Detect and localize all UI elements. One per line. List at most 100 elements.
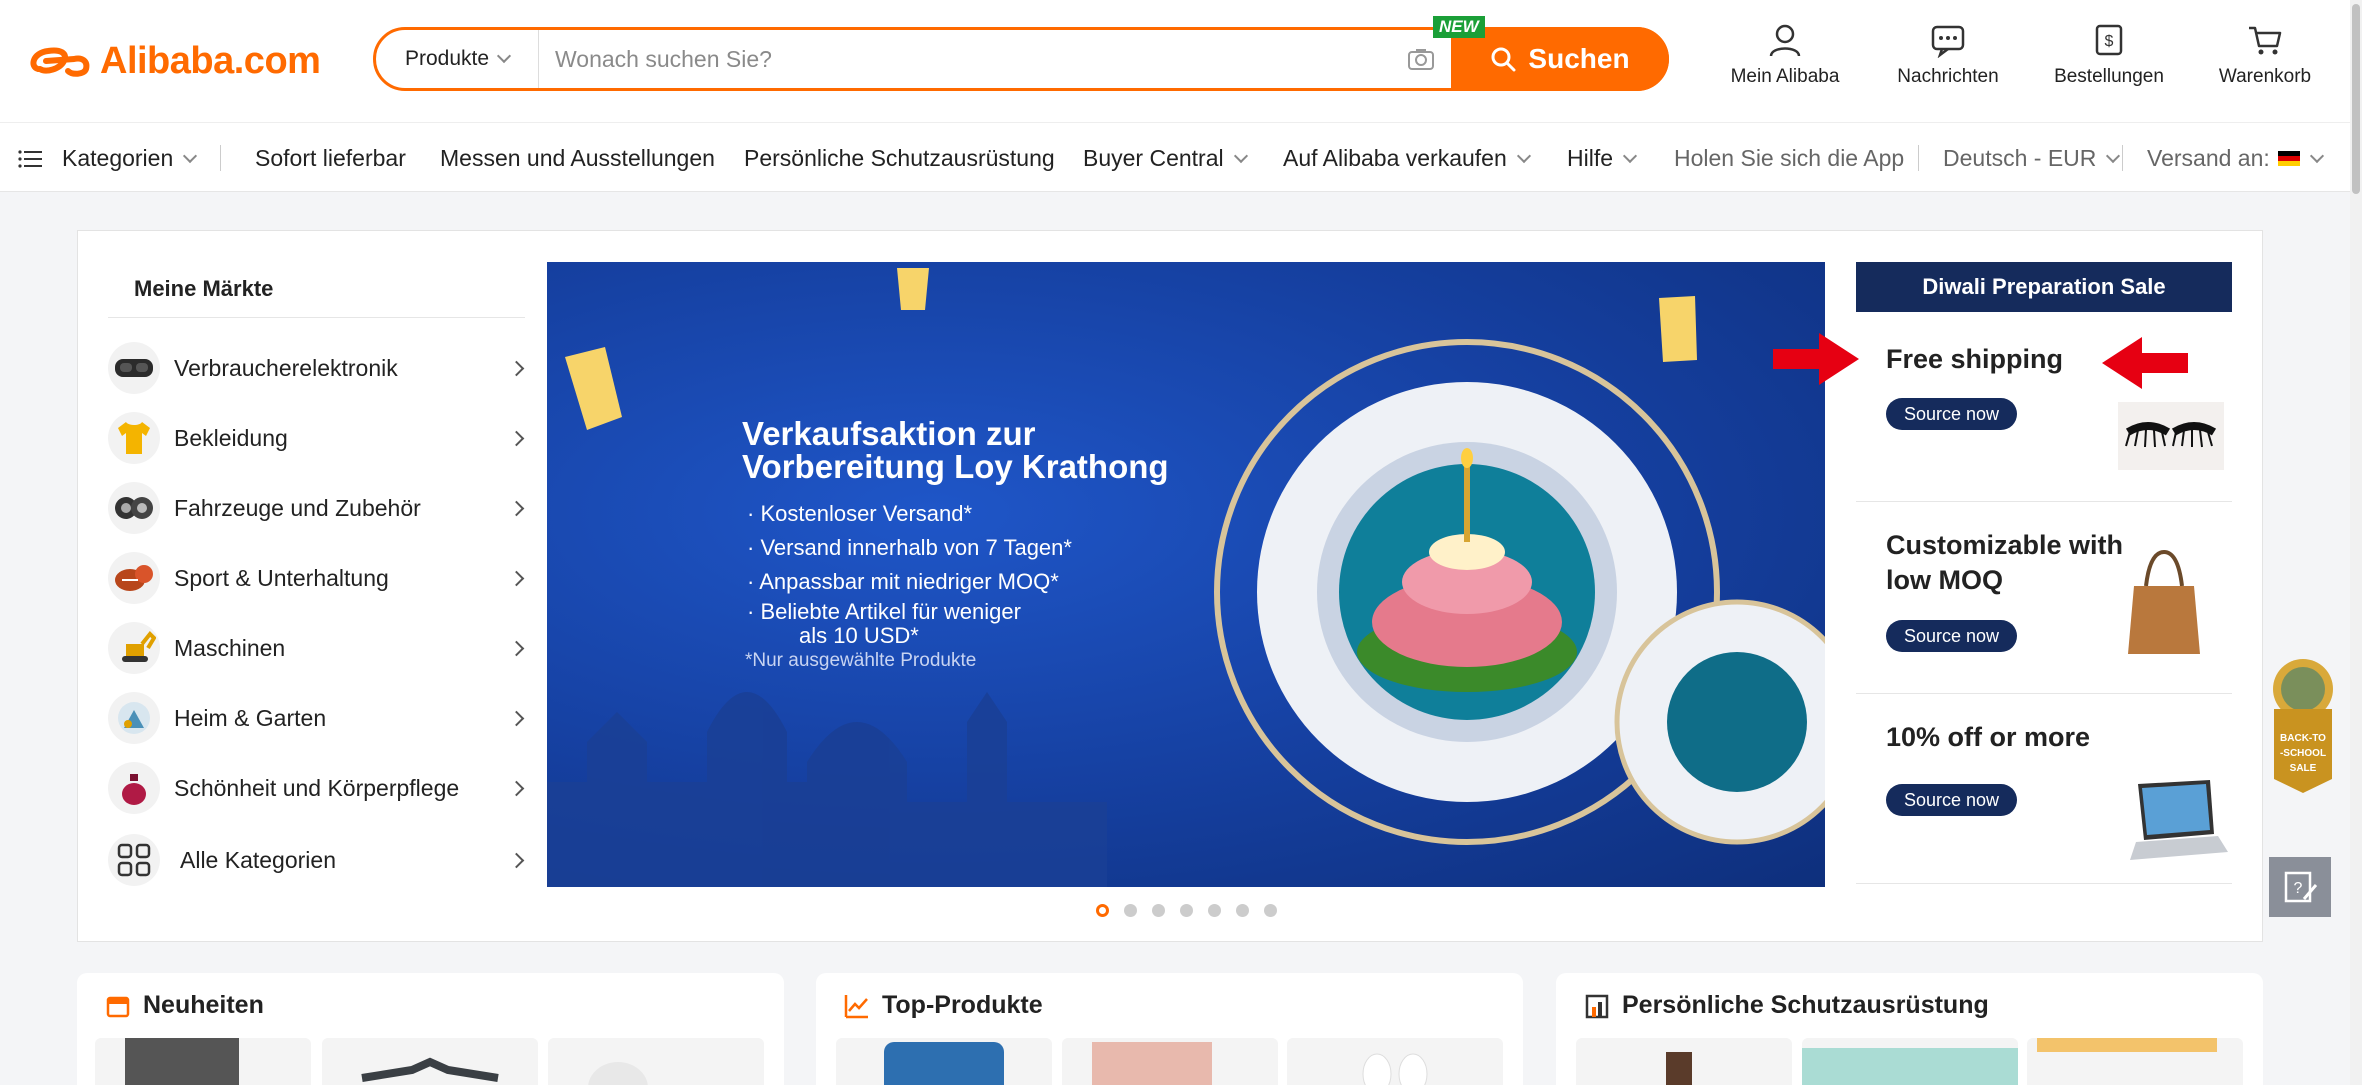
feedback-button[interactable]: ?	[2269, 857, 2331, 917]
nav-item-buyer-central[interactable]: Buyer Central	[1083, 145, 1248, 172]
nav-item-messen[interactable]: Messen und Ausstellungen	[440, 145, 715, 172]
card-new-arrivals[interactable]: Neuheiten	[77, 973, 784, 1085]
carousel-dot[interactable]	[1236, 904, 1249, 917]
site-header: Alibaba.com NEW Produkte Wonach suchen S…	[0, 0, 2362, 122]
banner-title-line1: Verkaufsaktion zur	[742, 415, 1036, 452]
search-placeholder: Wonach suchen Sie?	[555, 45, 772, 72]
banner-bullet-list: · Kostenloser Versand* · Versand innerha…	[747, 497, 1072, 647]
messages-label: Nachrichten	[1897, 66, 1999, 87]
my-alibaba-button[interactable]: Mein Alibaba	[1700, 22, 1870, 88]
card-ppe[interactable]: Persönliche Schutzausrüstung	[1556, 973, 2263, 1085]
nav-item-schutzausruestung[interactable]: Persönliche Schutzausrüstung	[744, 145, 1055, 172]
carousel-dot[interactable]	[1096, 904, 1109, 917]
product-thumbnail[interactable]	[836, 1038, 1052, 1085]
language-currency-select[interactable]: Deutsch - EUR	[1943, 145, 2121, 172]
cart-button[interactable]: Warenkorb	[2180, 22, 2350, 88]
market-item-fahrzeuge[interactable]: Fahrzeuge und Zubehör	[108, 479, 528, 537]
product-thumbnail[interactable]	[1802, 1038, 2018, 1085]
product-thumbnail[interactable]	[548, 1038, 764, 1085]
banner-title: Verkaufsaktion zur Vorbereitung Loy Krat…	[742, 417, 1169, 483]
arrow-left-icon	[2102, 337, 2188, 389]
svg-text:?: ?	[2294, 880, 2303, 897]
list-icon	[18, 149, 42, 168]
market-item-maschinen[interactable]: Maschinen	[108, 619, 528, 677]
promo-title: Free shipping	[1886, 344, 2064, 374]
nav-item-app[interactable]: Holen Sie sich die App	[1674, 145, 1904, 172]
banner-bullet: · Versand innerhalb von 7 Tagen*	[747, 535, 1072, 560]
camera-search-icon[interactable]	[1391, 30, 1451, 88]
product-thumbnail[interactable]	[1062, 1038, 1278, 1085]
alibaba-logo-icon	[30, 47, 90, 77]
market-item-alle-kategorien[interactable]: Alle Kategorien	[108, 831, 528, 889]
chevron-down-icon	[1516, 148, 1531, 163]
chevron-right-icon	[508, 640, 525, 656]
chevron-right-icon	[508, 430, 525, 446]
source-now-button[interactable]: Source now	[1886, 398, 2018, 430]
scrollbar-thumb[interactable]	[2352, 4, 2360, 194]
carousel-dots	[1096, 904, 1277, 917]
market-item-bekleidung[interactable]: Bekleidung	[108, 409, 528, 467]
my-alibaba-label: Mein Alibaba	[1730, 66, 1840, 87]
product-thumbnail[interactable]	[1287, 1038, 1503, 1085]
promo-item-discount[interactable]: 10% off or more Source now	[1856, 694, 2232, 884]
chevron-right-icon	[508, 710, 525, 726]
promo-item-customizable[interactable]: Customizable with low MOQ Source now	[1856, 502, 2232, 694]
market-item-sport[interactable]: Sport & Unterhaltung	[108, 549, 528, 607]
market-label: Sport & Unterhaltung	[174, 564, 389, 591]
vr-headset-icon	[108, 342, 160, 394]
chevron-right-icon	[508, 500, 525, 516]
category-navbar: Kategorien Sofort lieferbar Messen und A…	[0, 122, 2362, 192]
language-label: Deutsch - EUR	[1943, 145, 2097, 171]
new-badge: NEW	[1433, 16, 1485, 38]
nav-item-verkaufen[interactable]: Auf Alibaba verkaufen	[1283, 145, 1531, 172]
card-title: Neuheiten	[105, 991, 264, 1020]
product-thumbnail[interactable]	[1576, 1038, 1792, 1085]
ship-to-select[interactable]: Versand an:	[2147, 145, 2324, 172]
market-item-verbraucherelektronik[interactable]: Verbraucherelektronik	[108, 339, 528, 397]
source-now-button[interactable]: Source now	[1886, 784, 2018, 816]
market-item-heim-garten[interactable]: Heim & Garten	[108, 689, 528, 747]
logo-text: Alibaba.com	[100, 39, 321, 82]
chevron-down-icon	[1622, 148, 1638, 163]
nav-item-sofort-lieferbar[interactable]: Sofort lieferbar	[255, 145, 406, 172]
nav-item-hilfe[interactable]: Hilfe	[1567, 145, 1638, 172]
message-icon	[1931, 25, 1965, 58]
perfume-icon	[108, 762, 160, 814]
chevron-right-icon	[508, 570, 525, 586]
messages-button[interactable]: Nachrichten	[1863, 22, 2033, 88]
markets-title: Meine Märkte	[134, 276, 274, 301]
card-top-products[interactable]: Top-Produkte	[816, 973, 1523, 1085]
alibaba-logo[interactable]: Alibaba.com	[28, 36, 321, 86]
promo-title: Customizable with low MOQ	[1886, 530, 2124, 595]
search-input[interactable]: Wonach suchen Sie?	[539, 30, 1391, 88]
carousel-dot[interactable]	[1180, 904, 1193, 917]
banner-bullet: als 10 USD*	[799, 623, 919, 648]
building-icon	[1585, 994, 1609, 1018]
cart-icon	[2249, 26, 2282, 55]
hero-banner[interactable]: Verkaufsaktion zur Vorbereitung Loy Krat…	[547, 262, 1825, 887]
divider	[1856, 883, 2232, 884]
carousel-dot[interactable]	[1208, 904, 1221, 917]
chevron-down-icon	[2106, 148, 2121, 163]
market-item-schoenheit[interactable]: Schönheit und Körperpflege	[108, 759, 528, 817]
carousel-dot[interactable]	[1124, 904, 1137, 917]
search-button-label: Suchen	[1528, 43, 1630, 74]
banner-title-line2: Vorbereitung Loy Krathong	[742, 448, 1169, 485]
market-label: Alle Kategorien	[180, 846, 336, 873]
market-label: Bekleidung	[174, 424, 288, 451]
product-thumbnail[interactable]	[95, 1038, 311, 1085]
badge-text: BACK-TO -SCHOOL SALE	[2279, 733, 2327, 774]
carousel-dot[interactable]	[1264, 904, 1277, 917]
excavator-icon	[108, 622, 160, 674]
back-to-school-badge[interactable]: BACK-TO -SCHOOL SALE	[2270, 655, 2336, 795]
nav-categories[interactable]: Kategorien	[18, 145, 198, 172]
chevron-right-icon	[508, 360, 525, 376]
orders-button[interactable]: $ Bestellungen	[2024, 22, 2194, 88]
page-scrollbar[interactable]	[2350, 0, 2362, 1085]
source-now-button[interactable]: Source now	[1886, 620, 2018, 652]
promo-header[interactable]: Diwali Preparation Sale	[1856, 262, 2232, 312]
product-thumbnail[interactable]	[322, 1038, 538, 1085]
product-thumbnail[interactable]	[2027, 1038, 2243, 1085]
carousel-dot[interactable]	[1152, 904, 1165, 917]
search-category-select[interactable]: Produkte	[376, 30, 539, 88]
